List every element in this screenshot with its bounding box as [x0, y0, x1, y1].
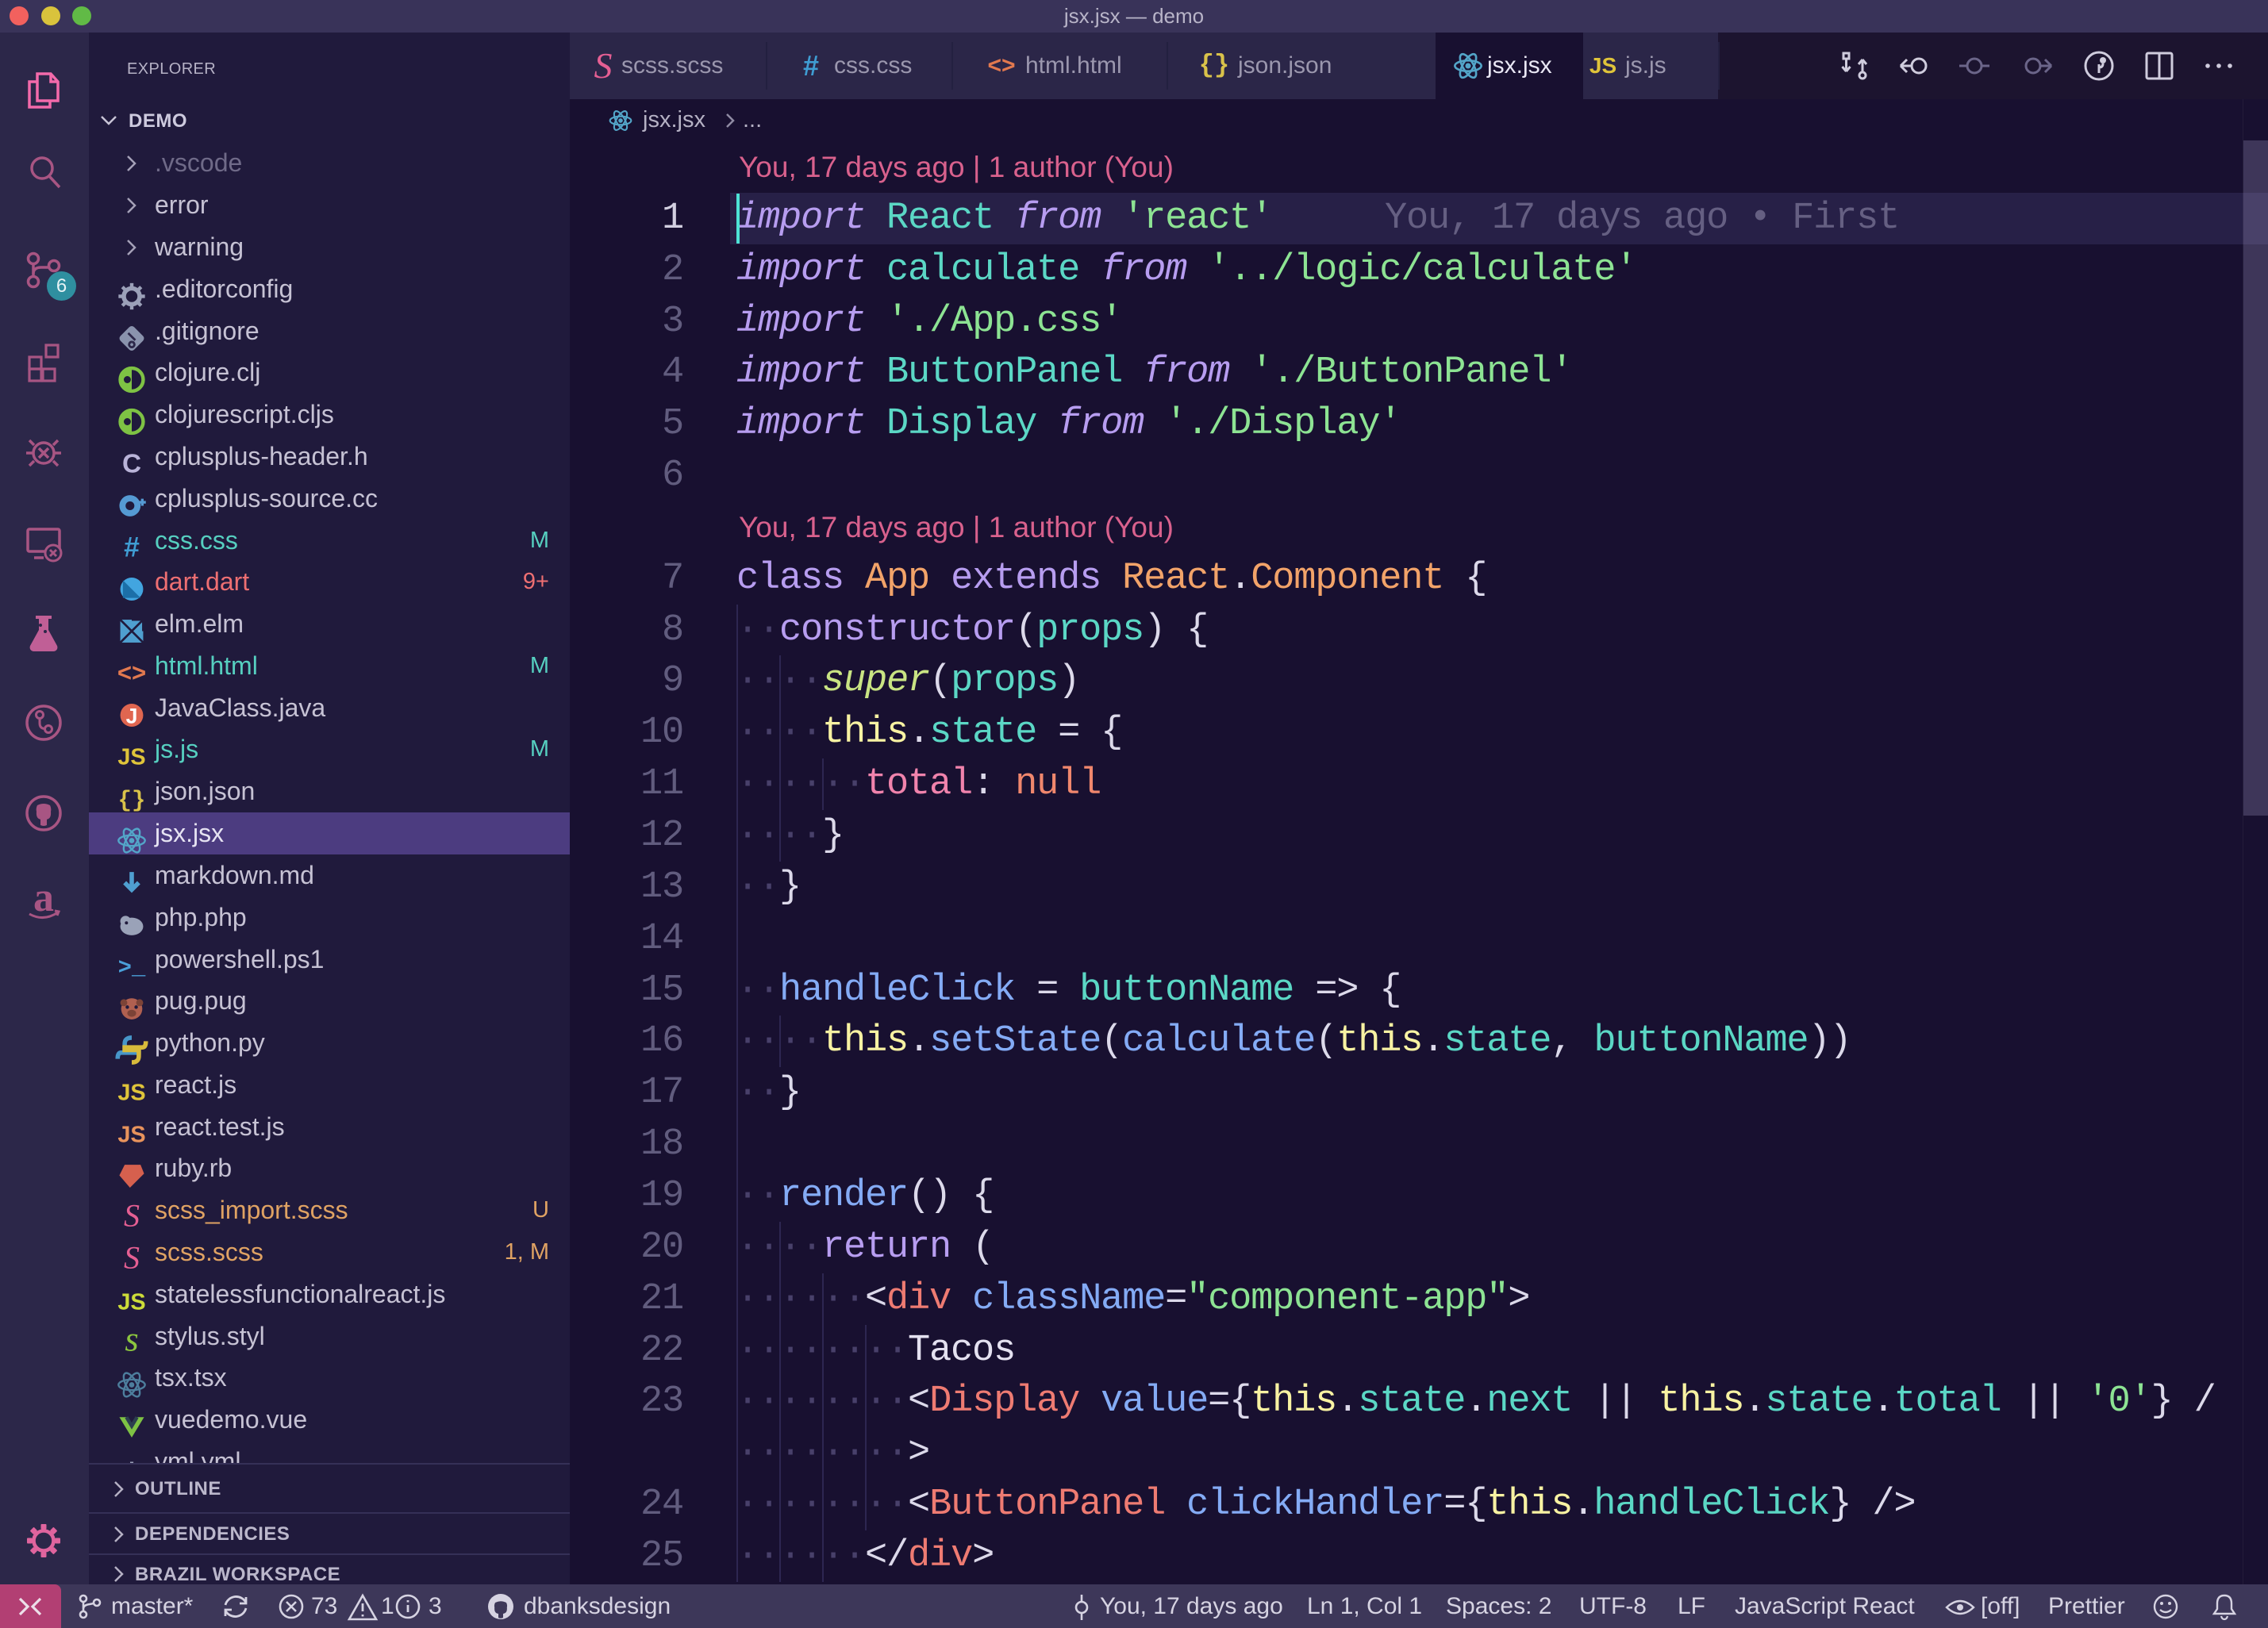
- svg-text:JS: JS: [117, 745, 145, 770]
- svg-text:JS: JS: [117, 1123, 145, 1148]
- svg-text:#: #: [124, 532, 140, 563]
- svg-text:S: S: [124, 1198, 140, 1234]
- svg-text:{}: {}: [118, 788, 146, 814]
- svg-text:S: S: [124, 1240, 140, 1276]
- svg-text:s: s: [125, 1319, 138, 1358]
- svg-text:C: C: [122, 450, 141, 479]
- svg-text:JS: JS: [117, 1081, 145, 1106]
- svg-text:<>: <>: [117, 659, 146, 687]
- svg-text:JS: JS: [117, 1290, 145, 1315]
- svg-text:J: J: [126, 705, 138, 728]
- svg-text:>_: >_: [118, 954, 146, 981]
